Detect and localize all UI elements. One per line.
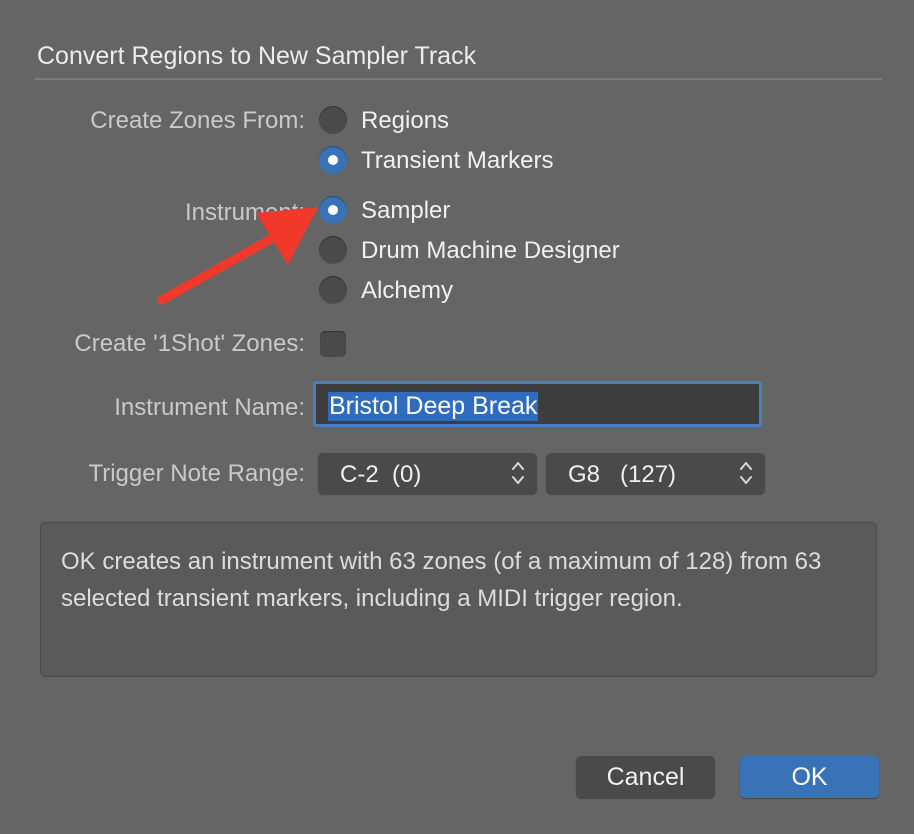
radio-drum-machine-designer-label[interactable]: Drum Machine Designer [361, 237, 620, 265]
red-arrow-icon [157, 207, 318, 305]
radio-transient-markers[interactable] [319, 146, 347, 174]
one-shot-checkbox[interactable] [320, 331, 346, 357]
cancel-button[interactable]: Cancel [576, 756, 715, 798]
instrument-name-value[interactable]: Bristol Deep Break [328, 392, 539, 421]
up-down-chevron-icon [740, 462, 752, 484]
instrument-name-field[interactable]: Bristol Deep Break [313, 381, 762, 427]
trigger-low-value: C-2 (0) [340, 461, 422, 488]
radio-sampler-label[interactable]: Sampler [361, 197, 450, 225]
title-divider [35, 78, 882, 80]
create-zones-from-label: Create Zones From: [90, 107, 305, 134]
radio-alchemy-label[interactable]: Alchemy [361, 277, 453, 305]
ok-button[interactable]: OK [740, 756, 879, 798]
radio-selected-dot [328, 155, 338, 165]
radio-transient-markers-label[interactable]: Transient Markers [361, 147, 554, 175]
instrument-name-label: Instrument Name: [114, 394, 305, 421]
radio-regions-label[interactable]: Regions [361, 107, 449, 135]
radio-regions[interactable] [319, 106, 347, 134]
dialog-title: Convert Regions to New Sampler Track [37, 42, 477, 70]
info-text: OK creates an instrument with 63 zones (… [61, 548, 822, 612]
info-box: OK creates an instrument with 63 zones (… [40, 522, 877, 677]
trigger-low-popup[interactable]: C-2 (0) [318, 453, 537, 494]
trigger-note-range-label: Trigger Note Range: [88, 460, 305, 487]
trigger-high-popup[interactable]: G8 (127) [546, 453, 765, 494]
one-shot-label: Create '1Shot' Zones: [74, 330, 305, 357]
trigger-high-value: G8 (127) [568, 461, 677, 488]
up-down-chevron-icon [512, 462, 524, 484]
